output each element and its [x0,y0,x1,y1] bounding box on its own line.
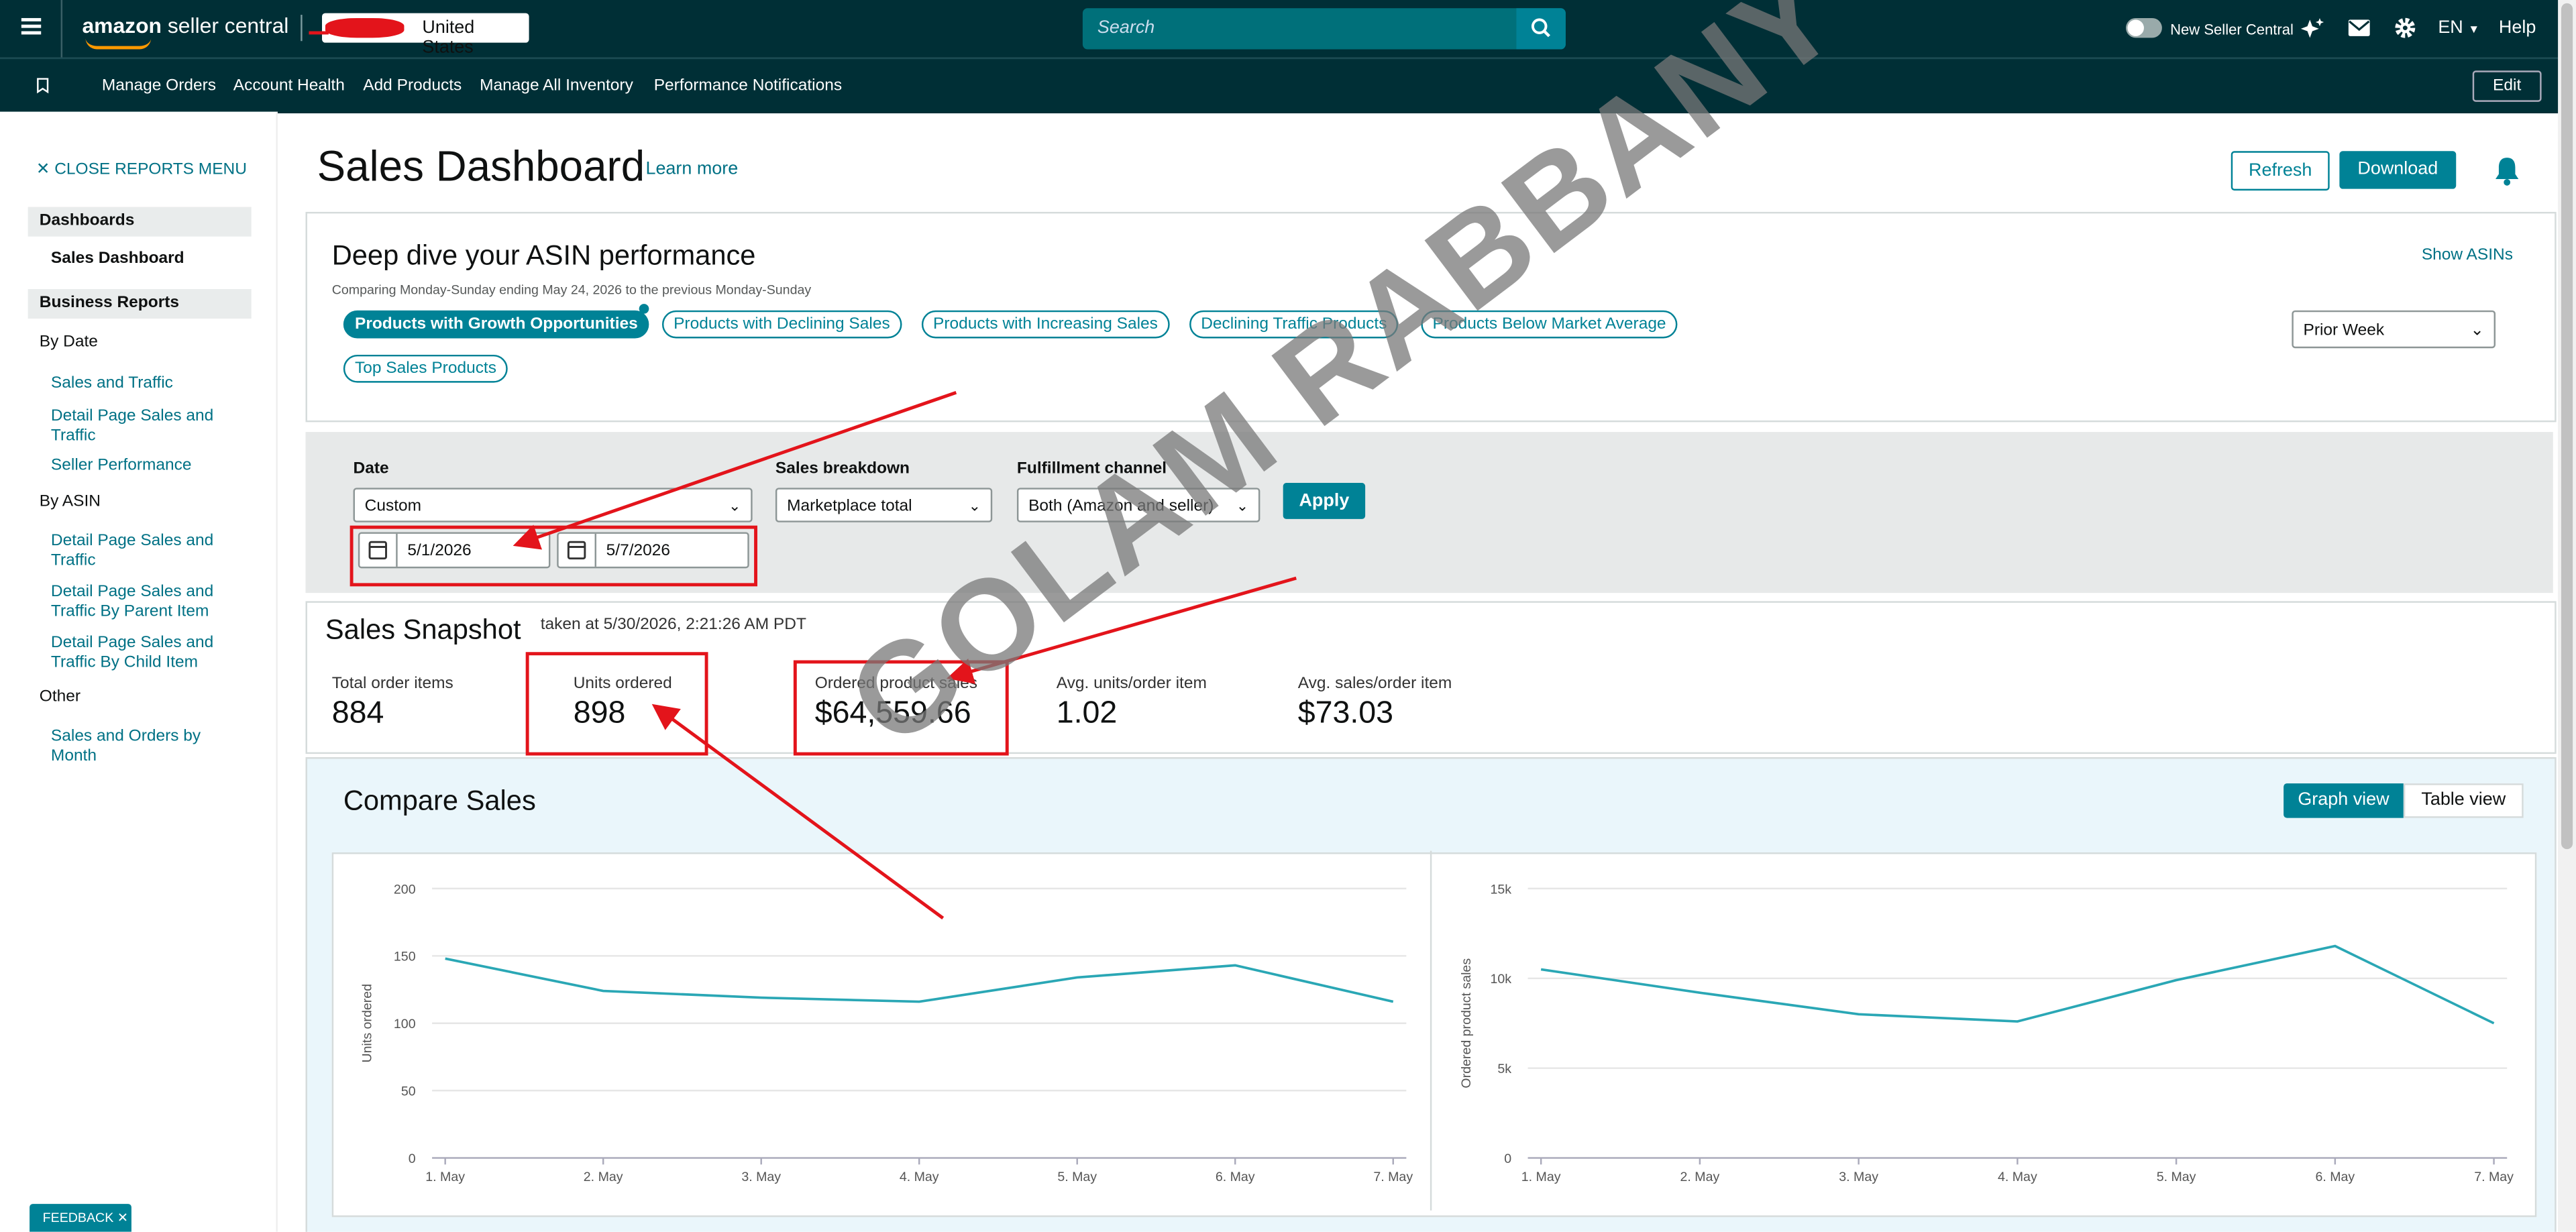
x-tick-label: 1. May [1521,1170,1561,1184]
x-tick-label: 5. May [2157,1170,2196,1184]
compare-sales-charts: 0 50 100 150 200 1. May 2. May 3. May 4. May 5. M… [360,850,2514,1211]
y-tick-label: 50 [401,1084,416,1099]
x-tick-label: 6. May [2315,1170,2355,1184]
y-axis-title: Units ordered [360,984,374,1063]
x-tick-label: 5. May [1057,1170,1097,1184]
x-tick-label: 1. May [425,1170,465,1184]
feedback-tab[interactable]: FEEDBACK ✕ [30,1204,131,1232]
x-tick-label: 3. May [1839,1170,1878,1184]
close-icon: ✕ [117,1210,129,1225]
feedback-label: FEEDBACK [42,1210,114,1225]
x-tick-label: 2. May [584,1170,623,1184]
x-tick-label: 4. May [1998,1170,2037,1184]
y-axis-title: Ordered product sales [1459,958,1474,1088]
x-tick-label: 6. May [1216,1170,1255,1184]
x-tick-label: 4. May [900,1170,939,1184]
scrollbar-track[interactable] [2558,0,2576,1232]
x-tick-label: 7. May [2474,1170,2514,1184]
series-line [445,957,1394,1003]
y-tick-label: 10k [1491,972,1512,987]
y-tick-label: 15k [1491,882,1512,897]
y-tick-label: 0 [1504,1152,1511,1166]
x-tick-label: 3. May [741,1170,781,1184]
y-tick-label: 0 [409,1152,416,1166]
y-tick-label: 100 [394,1017,416,1031]
scrollbar-thumb[interactable] [2561,3,2573,850]
series-line [1540,944,2495,1025]
y-tick-label: 5k [1497,1062,1511,1076]
x-tick-label: 2. May [1680,1170,1720,1184]
x-tick-label: 7. May [1373,1170,1413,1184]
y-tick-label: 150 [394,950,416,964]
y-tick-label: 200 [394,882,416,897]
